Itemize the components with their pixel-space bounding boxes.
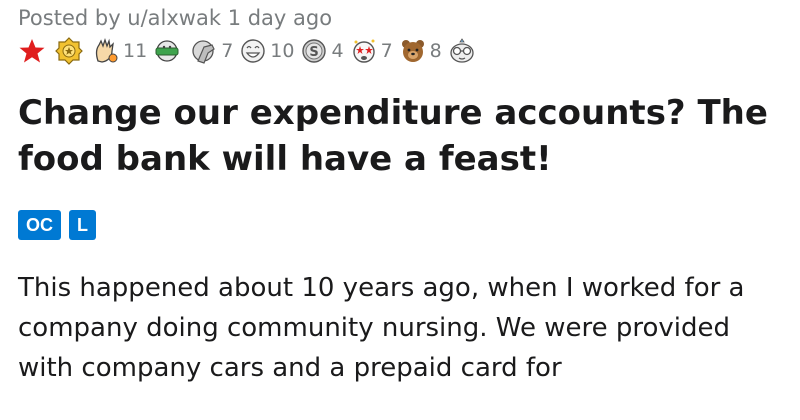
award-money-hug[interactable] [153, 37, 184, 65]
gold-seal-award-icon [55, 37, 83, 65]
post-meta[interactable]: Posted by u/alxwak 1 day ago [18, 4, 788, 32]
glasses-face-award-icon [450, 38, 474, 63]
award-count: 10 [270, 40, 295, 62]
award-count: 4 [331, 40, 344, 62]
award-count: 11 [123, 40, 148, 62]
award-laughing-face[interactable]: 10 [239, 37, 294, 65]
award-bear[interactable]: 8 [399, 37, 442, 65]
laughing-face-award-icon [241, 39, 265, 63]
silver-coin-award-icon: S [302, 39, 327, 63]
awards-row[interactable]: 11 7 10 S 4 7 8 [18, 34, 788, 68]
award-glasses-face[interactable] [448, 37, 479, 65]
starstruck-face-award-icon [352, 39, 375, 63]
svg-text:S: S [310, 45, 319, 60]
award-count: 7 [380, 40, 393, 62]
award-wholesome-hand[interactable]: 11 [92, 37, 147, 65]
money-hug-award-icon [155, 40, 179, 62]
award-starstruck-face[interactable]: 7 [350, 37, 393, 65]
post-title[interactable]: Change our expenditure accounts? The foo… [18, 90, 788, 182]
post-body: This happened about 10 years ago, when I… [18, 273, 745, 383]
award-count: 8 [429, 40, 442, 62]
award-red-star[interactable] [18, 37, 49, 65]
flair-l[interactable]: L [69, 210, 96, 240]
red-star-award-icon [19, 39, 45, 63]
facepalm-award-icon [192, 40, 215, 64]
bear-award-icon [401, 40, 424, 62]
post: Posted by u/alxwak 1 day ago 11 7 10 S 4… [18, 0, 788, 388]
award-facepalm[interactable]: 7 [190, 37, 233, 65]
flair-oc[interactable]: OC [18, 210, 61, 240]
award-count: 7 [221, 40, 234, 62]
award-silver-coin[interactable]: S 4 [300, 37, 344, 65]
wholesome-hand-award-icon [95, 37, 118, 63]
flair-row: OC L [18, 210, 788, 240]
award-gold-seal[interactable] [55, 37, 86, 65]
